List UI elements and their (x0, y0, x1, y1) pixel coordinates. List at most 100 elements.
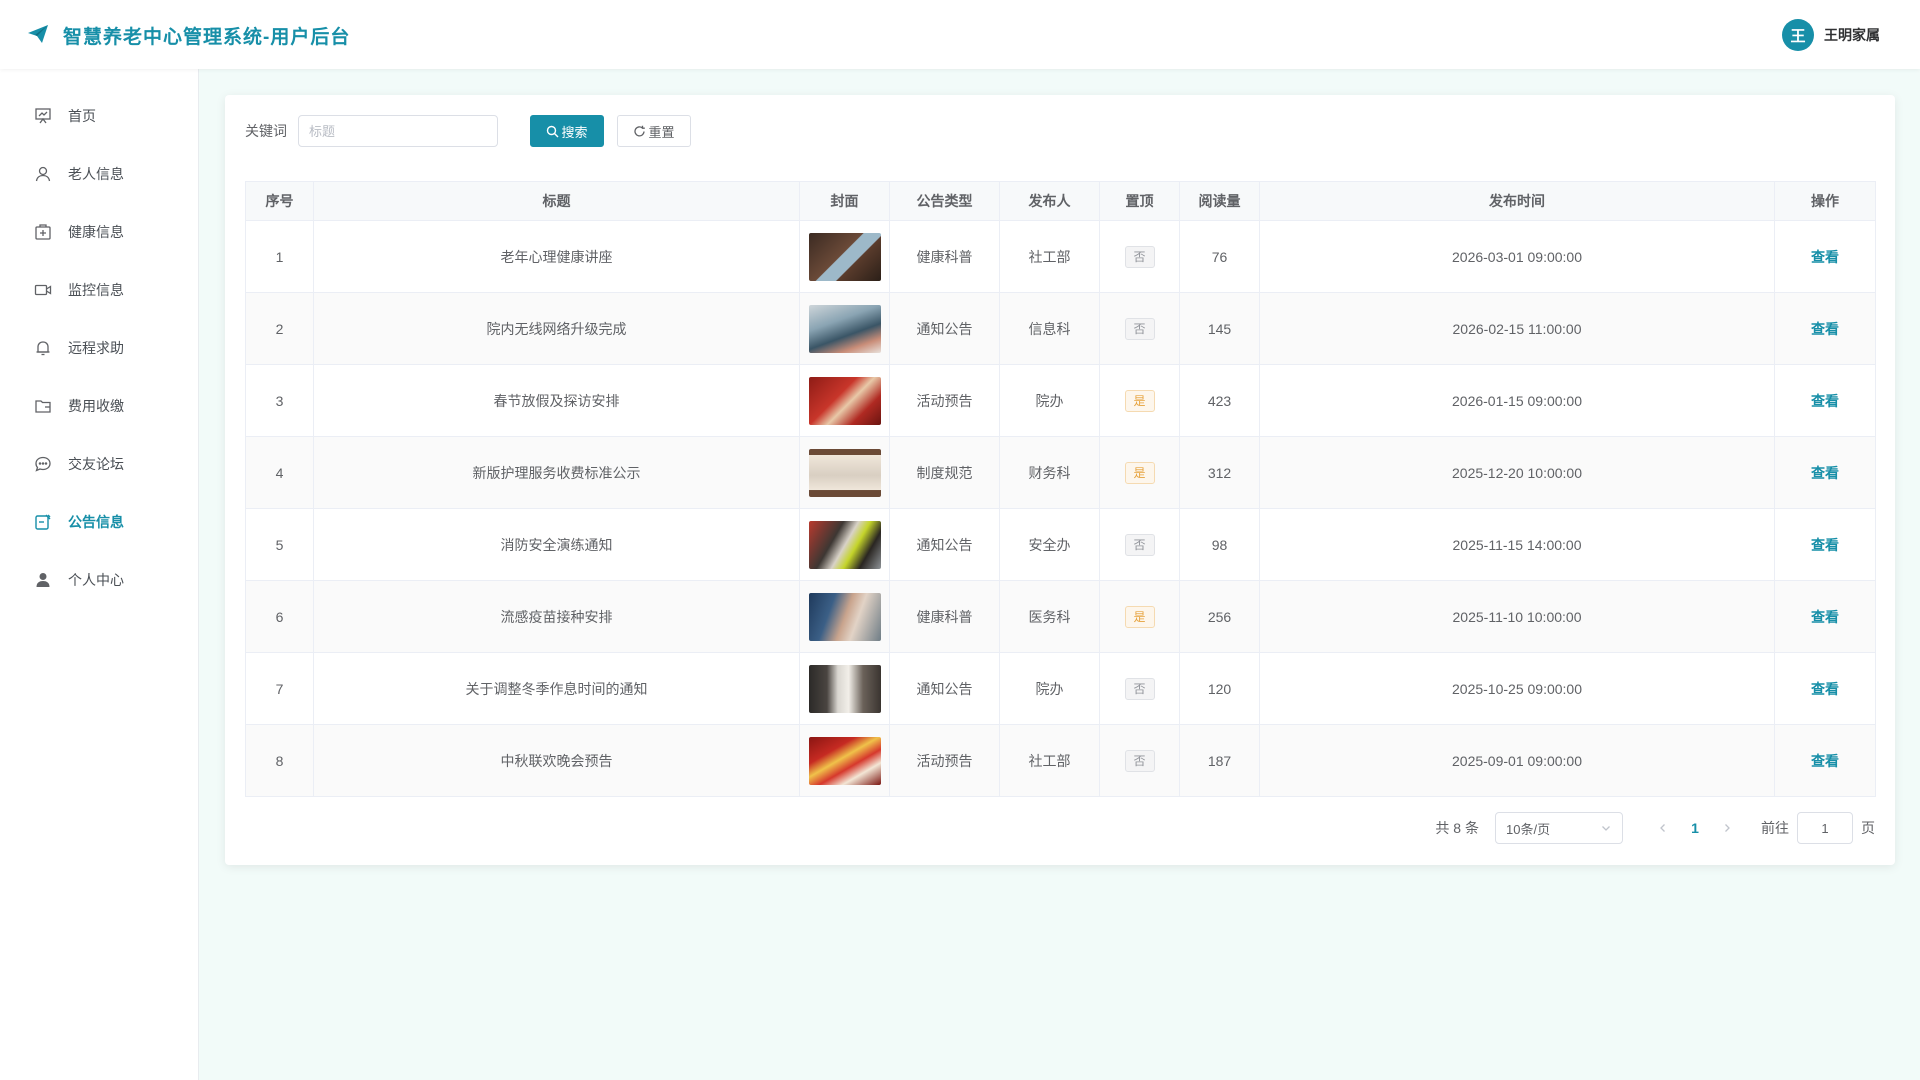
cell-time: 2026-01-15 09:00:00 (1259, 364, 1775, 437)
sidebar-item-notice-info[interactable]: 公告信息 (0, 493, 199, 551)
cell-time: 2025-11-10 10:00:00 (1259, 580, 1775, 653)
cell-action: 查看 (1774, 436, 1876, 509)
view-link[interactable]: 查看 (1811, 609, 1839, 625)
view-link[interactable]: 查看 (1811, 537, 1839, 553)
page-suffix: 页 (1861, 820, 1875, 836)
sidebar-item-elder-info[interactable]: 老人信息 (0, 145, 199, 203)
chat-icon (34, 455, 52, 473)
page-number-current[interactable]: 1 (1679, 820, 1711, 836)
cell-publisher: 信息科 (999, 292, 1100, 365)
view-link[interactable]: 查看 (1811, 321, 1839, 337)
chevron-left-icon (1660, 824, 1665, 832)
cell-publisher: 财务科 (999, 436, 1100, 509)
sidebar: 首页 老人信息 健康信息 监控信息 远程求助 费用收缴 交友论坛 公告信息 个人… (0, 69, 199, 1080)
reset-button[interactable]: 重置 (617, 115, 691, 147)
col-header-no: 序号 (245, 181, 314, 221)
pinned-tag: 否 (1124, 317, 1155, 340)
wallet-icon (34, 397, 52, 415)
cell-time: 2025-10-25 09:00:00 (1259, 652, 1775, 725)
pinned-tag: 是 (1124, 461, 1155, 484)
view-link[interactable]: 查看 (1811, 393, 1839, 409)
cell-pinned: 否 (1099, 292, 1180, 365)
cell-pinned: 是 (1099, 364, 1180, 437)
notice-table: 序号 标题 封面 公告类型 发布人 置顶 阅读量 发布时间 操作 1 老年心理健… (245, 181, 1876, 797)
next-page-button[interactable] (1711, 820, 1743, 836)
cell-cover (799, 292, 890, 365)
cover-image[interactable] (808, 592, 881, 641)
keyword-label: 关键词 (245, 123, 287, 139)
sidebar-item-label: 健康信息 (68, 224, 124, 240)
view-link[interactable]: 查看 (1811, 249, 1839, 265)
cover-image[interactable] (808, 304, 881, 353)
avatar[interactable]: 王 (1782, 19, 1814, 51)
cell-action: 查看 (1774, 652, 1876, 725)
sidebar-item-home[interactable]: 首页 (0, 87, 199, 145)
cover-image[interactable] (808, 376, 881, 425)
cell-no: 6 (245, 580, 314, 653)
table-header-row: 序号 标题 封面 公告类型 发布人 置顶 阅读量 发布时间 操作 (245, 181, 1876, 221)
cell-type: 通知公告 (889, 508, 1000, 581)
cell-time: 2026-02-15 11:00:00 (1259, 292, 1775, 365)
pinned-tag: 否 (1124, 677, 1155, 700)
table-row: 8 中秋联欢晚会预告 活动预告 社工部 否 187 2025-09-01 09:… (245, 724, 1876, 797)
cell-no: 5 (245, 508, 314, 581)
sidebar-item-monitor-info[interactable]: 监控信息 (0, 261, 199, 319)
sidebar-item-forum[interactable]: 交友论坛 (0, 435, 199, 493)
sidebar-item-remote-help[interactable]: 远程求助 (0, 319, 199, 377)
cover-image[interactable] (808, 664, 881, 713)
sidebar-item-personal-center[interactable]: 个人中心 (0, 551, 199, 609)
cell-title: 流感疫苗接种安排 (313, 580, 800, 653)
user-name[interactable]: 王明家属 (1824, 25, 1880, 45)
pinned-tag: 是 (1124, 605, 1155, 628)
cell-action: 查看 (1774, 292, 1876, 365)
col-header-type: 公告类型 (889, 181, 1000, 221)
col-header-pinned: 置顶 (1099, 181, 1180, 221)
cell-pinned: 否 (1099, 508, 1180, 581)
cell-title: 春节放假及探访安排 (313, 364, 800, 437)
cover-image[interactable] (808, 232, 881, 281)
search-button[interactable]: 搜索 (530, 115, 604, 147)
view-link[interactable]: 查看 (1811, 681, 1839, 697)
sidebar-item-health-info[interactable]: 健康信息 (0, 203, 199, 261)
view-link[interactable]: 查看 (1811, 465, 1839, 481)
user-menu[interactable]: 王 王明家属 (1782, 19, 1880, 51)
cell-reads: 98 (1179, 508, 1260, 581)
cell-no: 8 (245, 724, 314, 797)
cell-no: 7 (245, 652, 314, 725)
table-row: 7 关于调整冬季作息时间的通知 通知公告 院办 否 120 2025-10-25… (245, 652, 1876, 725)
cover-image[interactable] (808, 736, 881, 785)
notice-list-panel: 关键词 搜索 重置 序号 标题 封面 公告类型 发布人 置 (225, 95, 1895, 865)
cover-image[interactable] (808, 520, 881, 569)
cell-no: 3 (245, 364, 314, 437)
page-size-select[interactable]: 10条/页 (1495, 812, 1623, 844)
table-row: 6 流感疫苗接种安排 健康科普 医务科 是 256 2025-11-10 10:… (245, 580, 1876, 653)
cell-pinned: 是 (1099, 436, 1180, 509)
goto-page-input[interactable] (1797, 812, 1853, 844)
bell-icon (34, 339, 52, 357)
cover-image[interactable] (808, 448, 881, 497)
user-filled-icon (34, 571, 52, 589)
user-icon (34, 165, 52, 183)
cell-no: 1 (245, 220, 314, 293)
sidebar-item-label: 公告信息 (68, 514, 124, 530)
cell-title: 中秋联欢晚会预告 (313, 724, 800, 797)
col-header-cover: 封面 (799, 181, 890, 221)
sidebar-item-label: 费用收缴 (68, 398, 124, 414)
sidebar-item-fee-payment[interactable]: 费用收缴 (0, 377, 199, 435)
pinned-tag: 否 (1124, 749, 1155, 772)
sidebar-item-label: 老人信息 (68, 166, 124, 182)
table-row: 3 春节放假及探访安排 活动预告 院办 是 423 2026-01-15 09:… (245, 364, 1876, 437)
cell-title: 老年心理健康讲座 (313, 220, 800, 293)
keyword-input[interactable] (298, 115, 498, 147)
view-link[interactable]: 查看 (1811, 753, 1839, 769)
monitor-chart-icon (34, 107, 52, 125)
cell-type: 活动预告 (889, 364, 1000, 437)
cell-reads: 423 (1179, 364, 1260, 437)
cell-no: 2 (245, 292, 314, 365)
cell-action: 查看 (1774, 580, 1876, 653)
app-title: 智慧养老中心管理系统-用户后台 (63, 27, 351, 48)
cell-no: 4 (245, 436, 314, 509)
sidebar-item-label: 个人中心 (68, 572, 124, 588)
col-header-publisher: 发布人 (999, 181, 1100, 221)
prev-page-button[interactable] (1647, 820, 1679, 836)
